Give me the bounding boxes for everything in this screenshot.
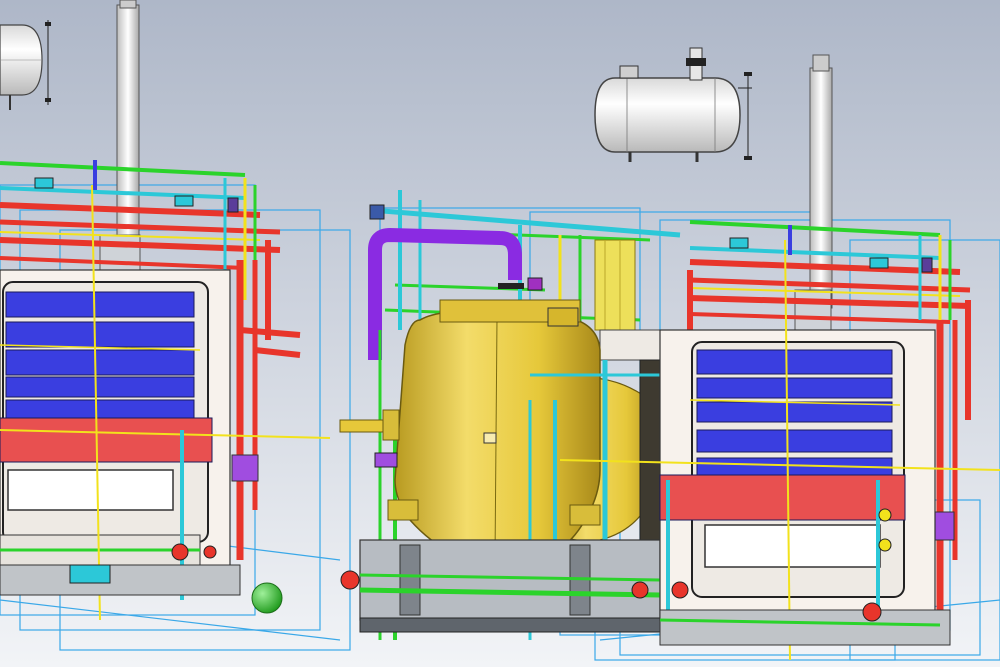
cad-model-scene[interactable] xyxy=(0,0,1000,667)
vessel-shell xyxy=(394,311,601,566)
green-marker-sphere[interactable] xyxy=(251,582,283,614)
cad-viewport[interactable] xyxy=(0,0,1000,667)
